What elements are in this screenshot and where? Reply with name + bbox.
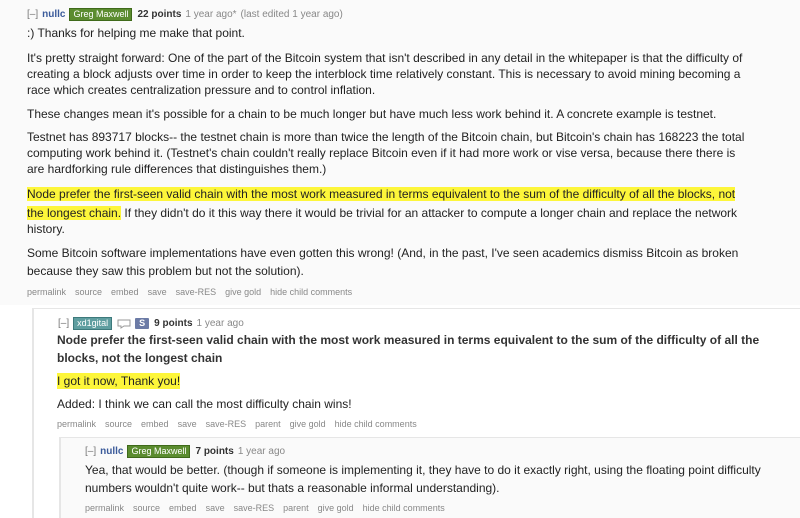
score: 9 points xyxy=(154,318,193,329)
comment-paragraph: It's pretty straight forward: One of the… xyxy=(27,51,743,65)
comment-paragraph: Added: I think we can call the most diff… xyxy=(57,397,352,411)
comment-nullc-2: [–] nullc Greg Maxwell 7 points 1 year a… xyxy=(59,437,800,518)
author-link[interactable]: nullc xyxy=(100,446,123,457)
author-link[interactable]: xd1gital xyxy=(73,317,113,330)
score: 7 points xyxy=(195,446,234,457)
parent-link[interactable]: parent xyxy=(255,419,281,429)
collapse-toggle[interactable]: [–] xyxy=(85,446,96,457)
hide-child-comments-link[interactable]: hide child comments xyxy=(363,503,445,513)
chat-icon[interactable] xyxy=(117,319,131,329)
highlight: I got it now, Thank you! xyxy=(57,373,181,389)
comment-paragraph: Testnet has 893717 blocks-- the testnet … xyxy=(27,130,745,144)
save-res-link[interactable]: save-RES xyxy=(206,419,247,429)
embed-link[interactable]: embed xyxy=(111,287,139,297)
comment-tagline: [–] xd1gital S 9 points 1 year ago xyxy=(58,317,248,330)
permalink-link[interactable]: permalink xyxy=(85,503,124,513)
source-link[interactable]: source xyxy=(75,287,102,297)
timestamp: 1 year ago xyxy=(237,446,286,457)
parent-link[interactable]: parent xyxy=(283,503,309,513)
embed-link[interactable]: embed xyxy=(169,503,197,513)
comment-paragraph: race which creates centralization pressu… xyxy=(27,83,376,97)
highlighted-text: Node prefer the first-seen valid chain w… xyxy=(27,186,736,202)
save-res-link[interactable]: save-RES xyxy=(176,287,217,297)
save-res-link[interactable]: save-RES xyxy=(234,503,275,513)
comment-tagline: [–] nullc Greg Maxwell 22 points 1 year … xyxy=(27,8,347,21)
comment-paragraph: :) Thanks for helping me make that point… xyxy=(27,26,245,40)
comment-paragraph: are hardforking rule differences that di… xyxy=(27,162,327,176)
permalink-link[interactable]: permalink xyxy=(57,419,96,429)
source-link[interactable]: source xyxy=(133,503,160,513)
comment-paragraph: Some Bitcoin software implementations ha… xyxy=(27,246,739,260)
user-flair: Greg Maxwell xyxy=(127,445,191,458)
author-link[interactable]: nullc xyxy=(42,9,65,20)
comment-paragraph: creating a block adjusts over time in or… xyxy=(27,67,741,81)
collapse-toggle[interactable]: [–] xyxy=(58,318,69,329)
timestamp: 1 year ago xyxy=(196,318,244,329)
hide-child-comments-link[interactable]: hide child comments xyxy=(335,419,417,429)
give-gold-link[interactable]: give gold xyxy=(290,419,326,429)
edited-note: (last edited 1 year ago) xyxy=(240,9,343,20)
comment-tagline: [–] nullc Greg Maxwell 7 points 1 year a… xyxy=(85,445,289,458)
hide-child-comments-link[interactable]: hide child comments xyxy=(270,287,352,297)
source-link[interactable]: source xyxy=(105,419,132,429)
submitter-badge: S xyxy=(135,318,150,329)
embed-link[interactable]: embed xyxy=(141,419,169,429)
save-link[interactable]: save xyxy=(178,419,197,429)
give-gold-link[interactable]: give gold xyxy=(225,287,261,297)
highlight: the longest chain. xyxy=(27,206,122,220)
collapse-toggle[interactable]: [–] xyxy=(27,9,38,20)
comment-paragraph: the longest chain. If they didn't do it … xyxy=(27,205,737,221)
highlight: Node prefer the first-seen valid chain w… xyxy=(27,187,736,201)
give-gold-link[interactable]: give gold xyxy=(318,503,354,513)
save-link[interactable]: save xyxy=(206,503,225,513)
comment-paragraph: computing work behind it. (Testnet's cha… xyxy=(27,146,736,160)
highlighted-text: I got it now, Thank you! xyxy=(57,373,181,389)
save-link[interactable]: save xyxy=(148,287,167,297)
timestamp: 1 year ago* xyxy=(185,9,237,20)
user-flair: Greg Maxwell xyxy=(69,8,133,21)
comment-actions: permalink source embed save save-RES par… xyxy=(57,419,426,429)
comment-nullc-1: [–] nullc Greg Maxwell 22 points 1 year … xyxy=(0,0,800,305)
comment-paragraph: Yea, that would be better. (though if so… xyxy=(85,463,761,477)
comment-actions: permalink source embed save save-RES par… xyxy=(85,503,454,513)
paragraph-rest: If they didn't do it this way there it w… xyxy=(121,206,738,220)
comment-paragraph: These changes mean it's possible for a c… xyxy=(27,107,717,121)
comment-paragraph: because they saw this problem but not th… xyxy=(27,264,304,278)
comment-paragraph: numbers wouldn't quite work-- but thats … xyxy=(85,481,500,495)
comment-actions: permalink source embed save save-RES giv… xyxy=(27,287,361,297)
permalink-link[interactable]: permalink xyxy=(27,287,66,297)
quoted-text: blocks, not the longest chain xyxy=(57,351,223,365)
quoted-text: Node prefer the first-seen valid chain w… xyxy=(57,333,760,347)
comment-paragraph: history. xyxy=(27,222,65,236)
score: 22 points xyxy=(137,9,182,20)
